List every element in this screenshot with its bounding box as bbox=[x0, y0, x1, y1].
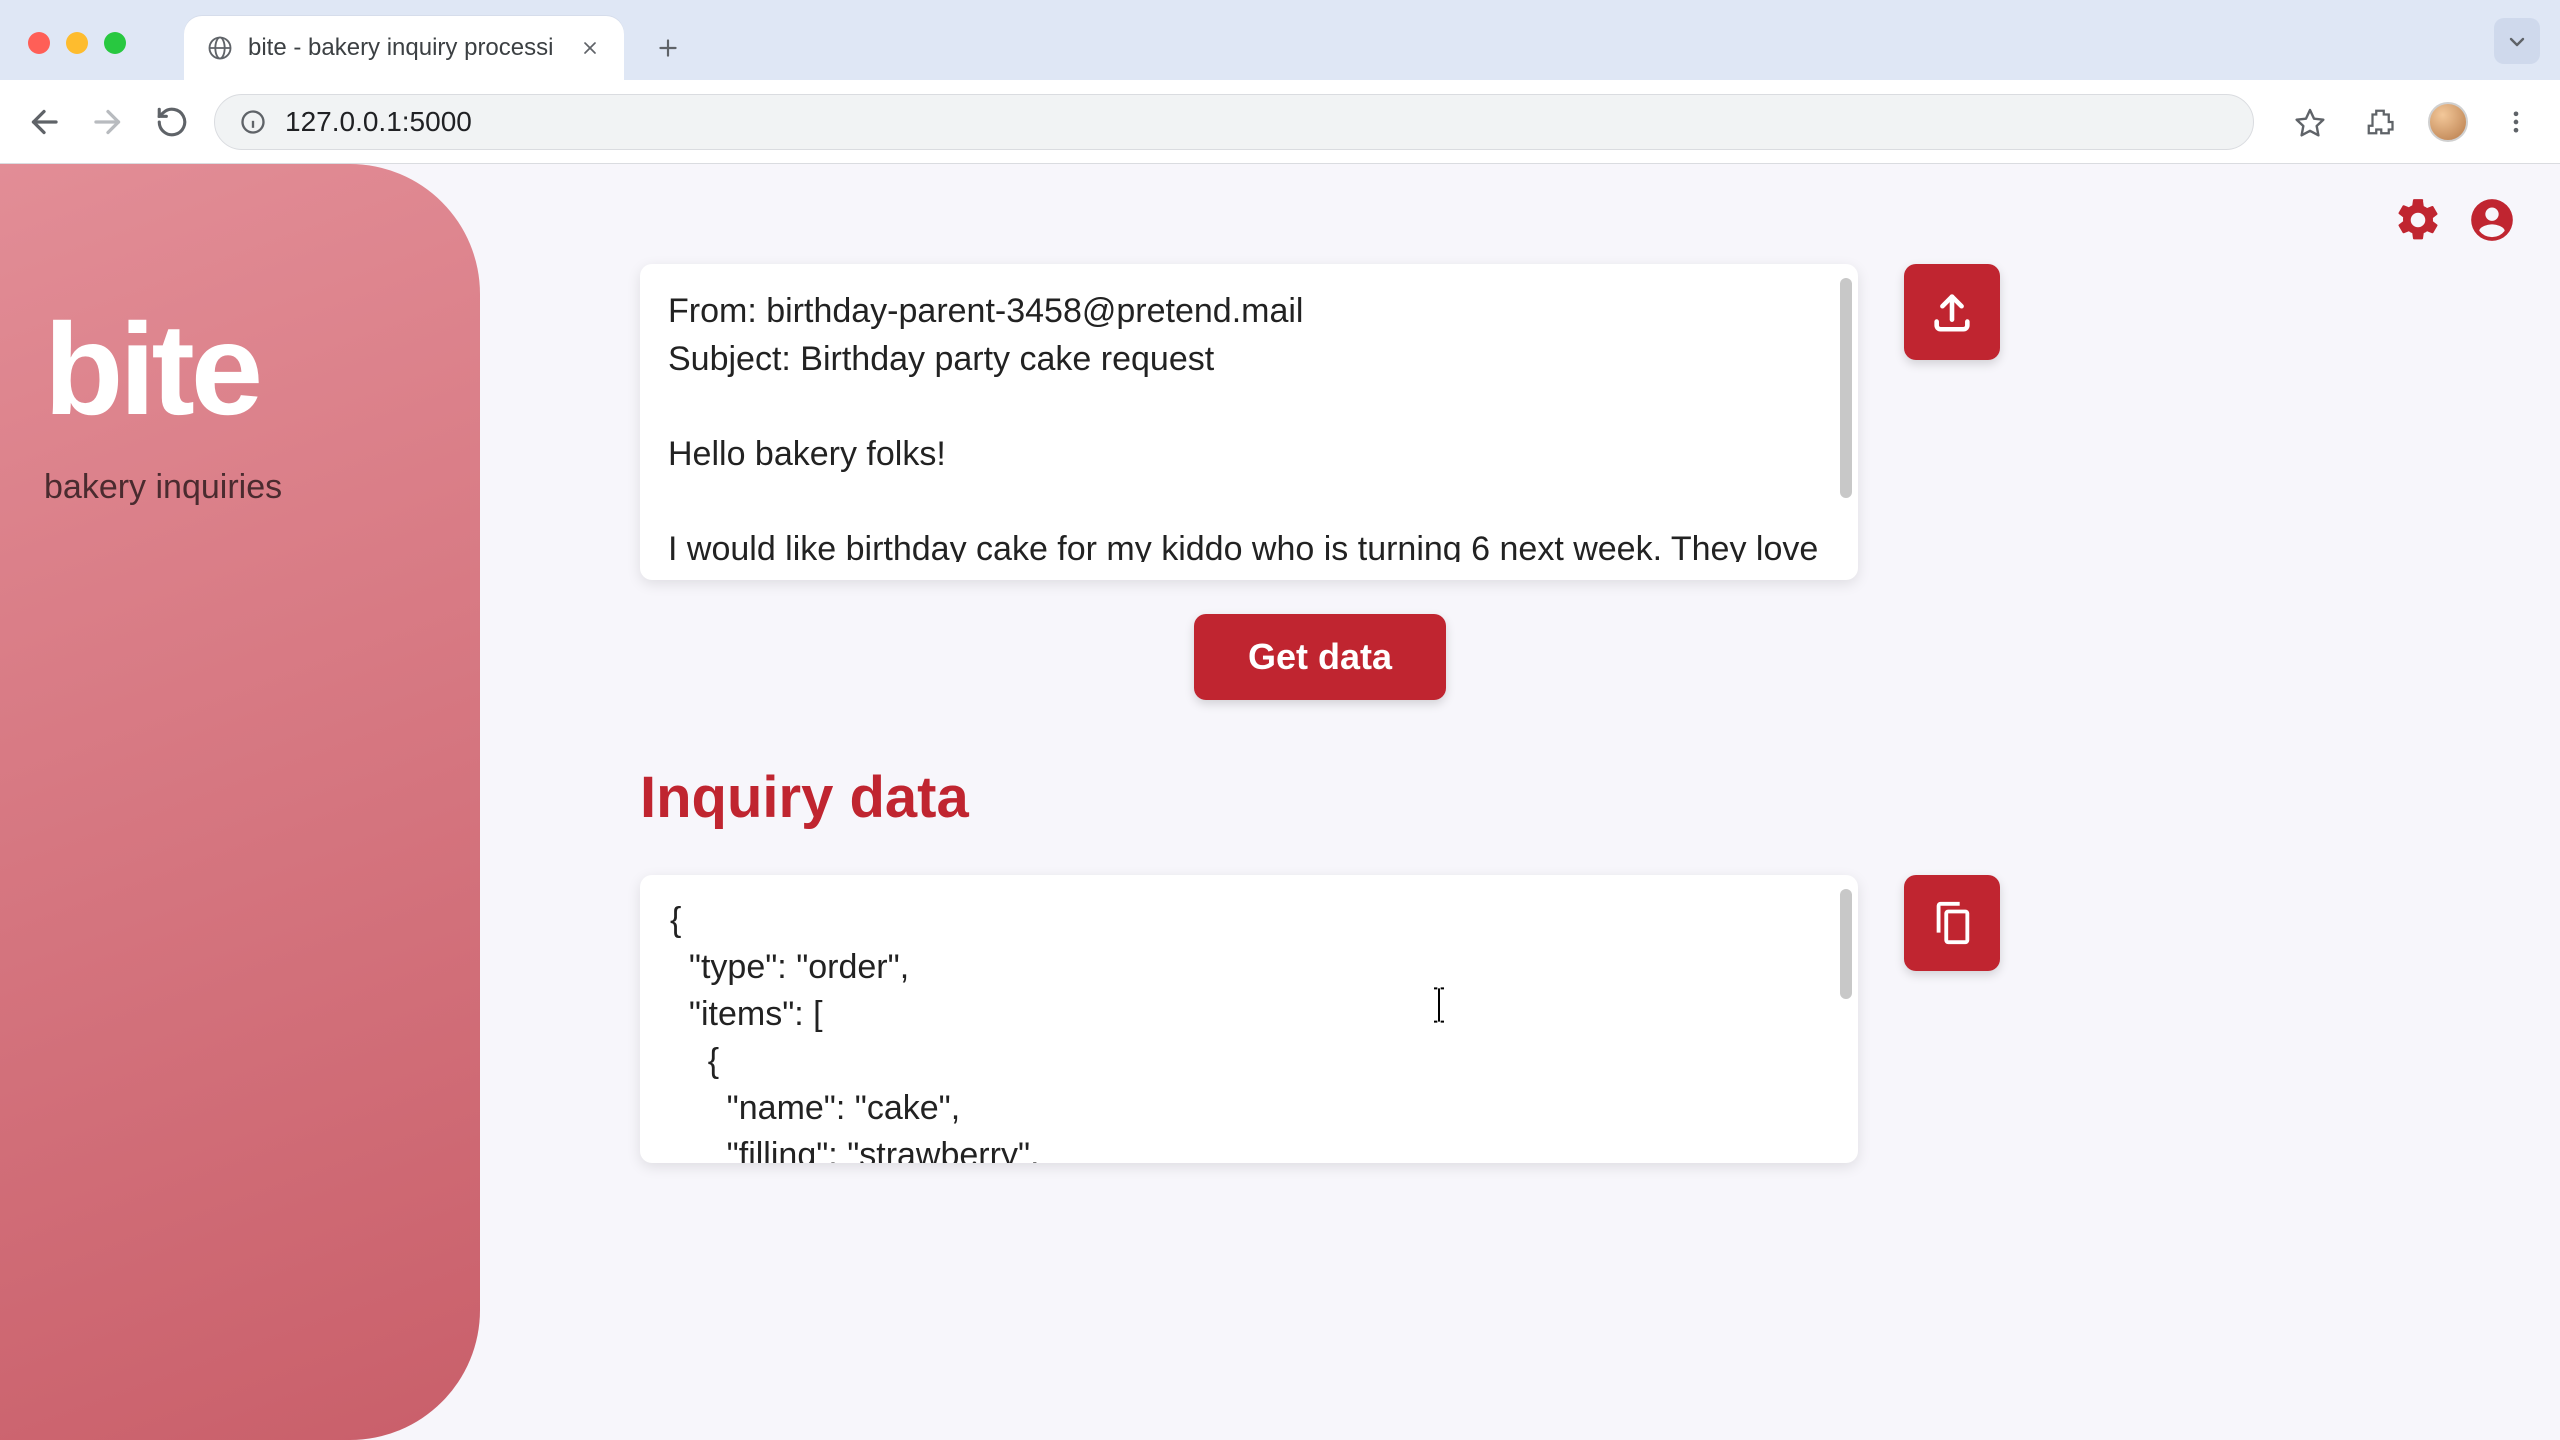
site-info-icon[interactable] bbox=[239, 108, 267, 136]
globe-icon bbox=[206, 34, 234, 62]
close-tab-button[interactable] bbox=[576, 34, 604, 62]
output-row: { "type": "order", "items": [ { "name": … bbox=[640, 875, 2000, 1163]
main-content: From: birthday-parent-3458@pretend.mail … bbox=[640, 264, 2000, 1163]
browser-window: bite - bakery inquiry processi bbox=[0, 0, 2560, 1440]
inquiry-textarea[interactable]: From: birthday-parent-3458@pretend.mail … bbox=[640, 264, 1858, 580]
result-json-text: { "type": "order", "items": [ { "name": … bbox=[670, 897, 1828, 1163]
app-page: bite bakery inquiries From: birthday-par… bbox=[0, 164, 2560, 1440]
result-textarea[interactable]: { "type": "order", "items": [ { "name": … bbox=[640, 875, 1858, 1163]
tabs-dropdown-button[interactable] bbox=[2494, 18, 2540, 64]
copy-button[interactable] bbox=[1904, 875, 2000, 971]
back-button[interactable] bbox=[22, 100, 66, 144]
sidebar: bite bakery inquiries bbox=[0, 164, 480, 1440]
inquiry-text: From: birthday-parent-3458@pretend.mail … bbox=[668, 288, 1830, 562]
get-data-button[interactable]: Get data bbox=[1194, 614, 1446, 700]
tab-strip: bite - bakery inquiry processi bbox=[0, 0, 2560, 80]
upload-button[interactable] bbox=[1904, 264, 2000, 360]
address-bar[interactable]: 127.0.0.1:5000 bbox=[214, 94, 2254, 150]
browser-tab[interactable]: bite - bakery inquiry processi bbox=[184, 16, 624, 80]
url-text: 127.0.0.1:5000 bbox=[285, 106, 472, 138]
window-controls bbox=[28, 32, 126, 54]
chrome-menu-button[interactable] bbox=[2494, 100, 2538, 144]
submit-row: Get data bbox=[640, 614, 2000, 700]
app-topbar bbox=[2390, 192, 2520, 248]
extensions-button[interactable] bbox=[2358, 100, 2402, 144]
app-tagline: bakery inquiries bbox=[44, 468, 436, 507]
settings-button[interactable] bbox=[2390, 192, 2446, 248]
new-tab-button[interactable] bbox=[644, 24, 692, 72]
bookmark-button[interactable] bbox=[2288, 100, 2332, 144]
fullscreen-window-button[interactable] bbox=[104, 32, 126, 54]
input-row: From: birthday-parent-3458@pretend.mail … bbox=[640, 264, 2000, 580]
result-heading: Inquiry data bbox=[640, 764, 2000, 831]
minimize-window-button[interactable] bbox=[66, 32, 88, 54]
app-logo: bite bbox=[44, 304, 436, 434]
forward-button[interactable] bbox=[86, 100, 130, 144]
reload-button[interactable] bbox=[150, 100, 194, 144]
browser-toolbar: 127.0.0.1:5000 bbox=[0, 80, 2560, 164]
close-window-button[interactable] bbox=[28, 32, 50, 54]
account-button[interactable] bbox=[2464, 192, 2520, 248]
tab-title: bite - bakery inquiry processi bbox=[248, 34, 553, 62]
toolbar-right bbox=[2288, 100, 2538, 144]
profile-avatar[interactable] bbox=[2428, 102, 2468, 142]
